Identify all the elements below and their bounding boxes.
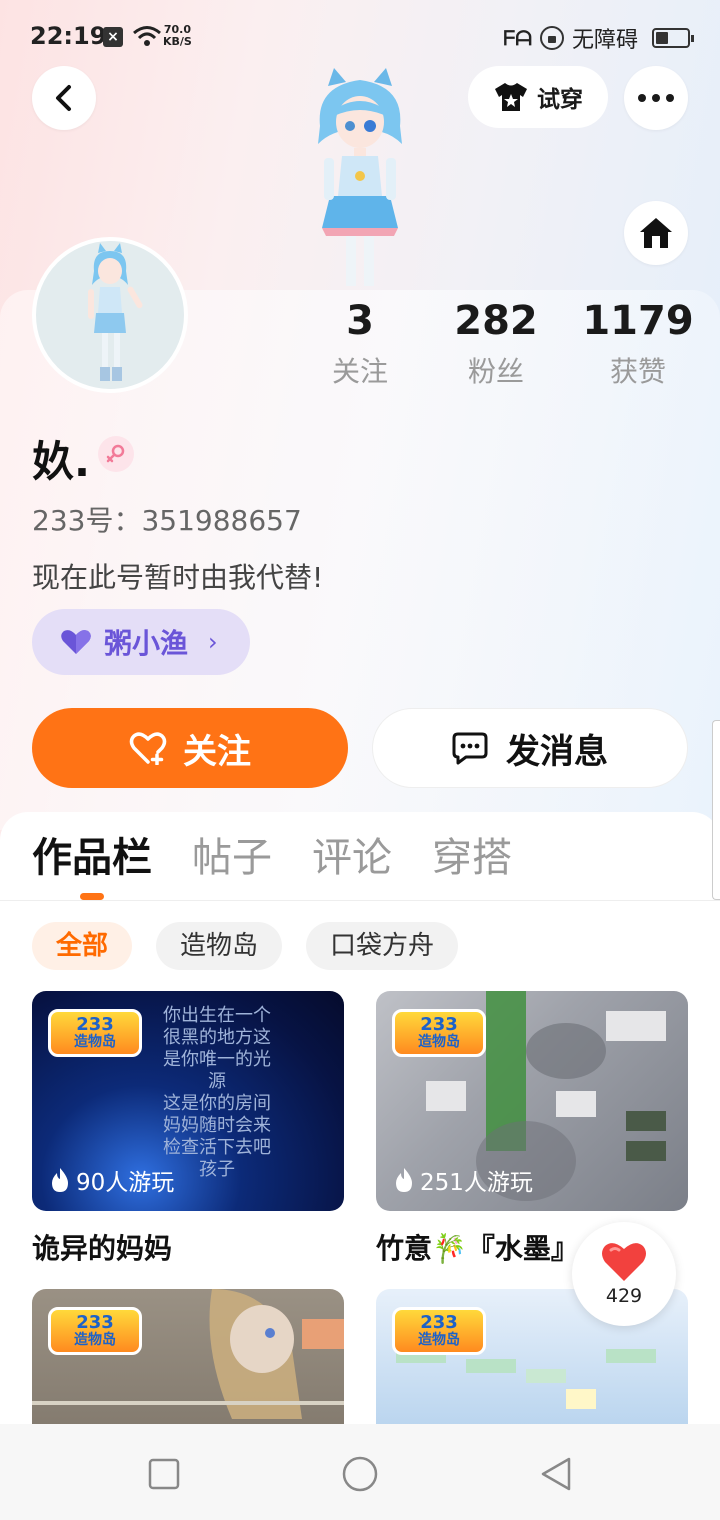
likes-count: 1179 [582,298,694,344]
following-label: 关注 [331,355,388,388]
home-button[interactable] [624,201,688,265]
status-bar: 22:19 × 70.0 KB/S ᖴᗩ 无障碍 [0,0,720,72]
following-count: 3 [346,298,374,344]
play-count: 90人游玩 [50,1163,174,1197]
like-count: 429 [605,1285,643,1307]
chat-bubble-icon [452,732,488,765]
active-tab-indicator [80,893,104,900]
status-time: 22:19 [30,22,107,50]
scrollbar[interactable] [712,720,720,900]
battery-icon [652,28,694,48]
follow-button[interactable]: 关注 [32,708,348,788]
guardian-name: 粥小渔 [104,627,189,660]
flame-icon [396,1168,412,1192]
house-icon [640,218,672,248]
user-id: 233号：351988657 [32,504,302,537]
guardian-tag[interactable]: 粥小渔 › [32,609,250,675]
creation-island-logo: 233 造物岛 [48,1009,142,1057]
game-thumbnail: 你出生在一个 很黑的地方这 是你唯一的光 源 这是你的房间 妈妈随时会来 检查活… [32,991,344,1211]
lock-icon [539,26,564,50]
flame-icon [52,1168,68,1192]
filter-pocket-ark[interactable]: 口袋方舟 [306,922,459,970]
home-nav-button[interactable] [340,1454,380,1494]
heart-icon [61,630,91,654]
follow-label: 关注 [183,731,251,772]
chevron-right-icon: › [208,628,218,656]
heart-icon [602,1243,646,1281]
female-gender-icon [98,436,134,472]
avatar-character-figure [318,68,402,286]
profile-tabs: 作品栏 帖子 评论 穿搭 [32,833,512,883]
more-dots-icon [638,94,674,102]
network-speed: 70.0 KB/S [163,23,192,48]
likes-label: 获赞 [609,355,666,388]
triangle-back-icon [541,1457,571,1491]
stat-likes[interactable]: 1179 获赞 [582,296,694,394]
chevron-left-icon [56,85,71,111]
avatar[interactable] [32,237,188,393]
filter-all[interactable]: 全部 [32,922,133,970]
creation-island-logo: 233 造物岛 [392,1307,486,1355]
filter-creation-island[interactable]: 造物岛 [156,922,283,970]
accessibility-label: 无障碍 [571,28,638,53]
try-on-label: 试穿 [537,87,583,113]
recent-apps-button[interactable] [144,1454,184,1494]
try-on-button[interactable]: 试穿 [468,66,608,128]
tabs-divider [0,900,720,901]
back-button[interactable] [32,66,96,130]
fans-label: 粉丝 [467,355,524,388]
fans-count: 282 [454,298,538,344]
square-icon [148,1458,180,1490]
send-message-button[interactable]: 发消息 [372,708,688,788]
tab-posts[interactable]: 帖子 [192,833,272,883]
filter-chips: 全部 造物岛 口袋方舟 [32,922,459,970]
wifi-icon [133,26,161,46]
tab-outfits[interactable]: 穿搭 [432,833,512,883]
stat-fans[interactable]: 282 粉丝 [446,296,546,394]
tab-comments[interactable]: 评论 [312,833,392,883]
nickname: 奺. [32,437,90,486]
message-label: 发消息 [506,731,608,772]
avatar-figure [88,243,143,381]
shirt-icon [495,83,527,111]
game-card[interactable]: 你出生在一个 很黑的地方这 是你唯一的光 源 这是你的房间 妈妈随时会来 检查活… [32,991,344,1267]
more-options-button[interactable] [624,66,688,130]
creation-island-logo: 233 造物岛 [392,1009,486,1057]
back-nav-button[interactable] [536,1454,576,1494]
game-title: 诡异的妈妈 [32,1232,173,1265]
notification-icon: × [103,27,123,47]
tab-works[interactable]: 作品栏 [32,833,152,883]
heart-plus-icon [129,732,167,765]
system-nav-bar [0,1424,720,1520]
stat-following[interactable]: 3 关注 [318,296,402,394]
circle-icon [342,1456,378,1492]
bio: 现在此号暂时由我代替! [32,561,324,594]
carrier-badge: ᖴᗩ [503,26,532,50]
creation-island-logo: 233 造物岛 [48,1307,142,1355]
play-count: 251人游玩 [394,1163,533,1197]
like-button[interactable]: 429 [572,1222,676,1326]
game-thumbnail: 233 造物岛 251人游玩 [376,991,688,1211]
